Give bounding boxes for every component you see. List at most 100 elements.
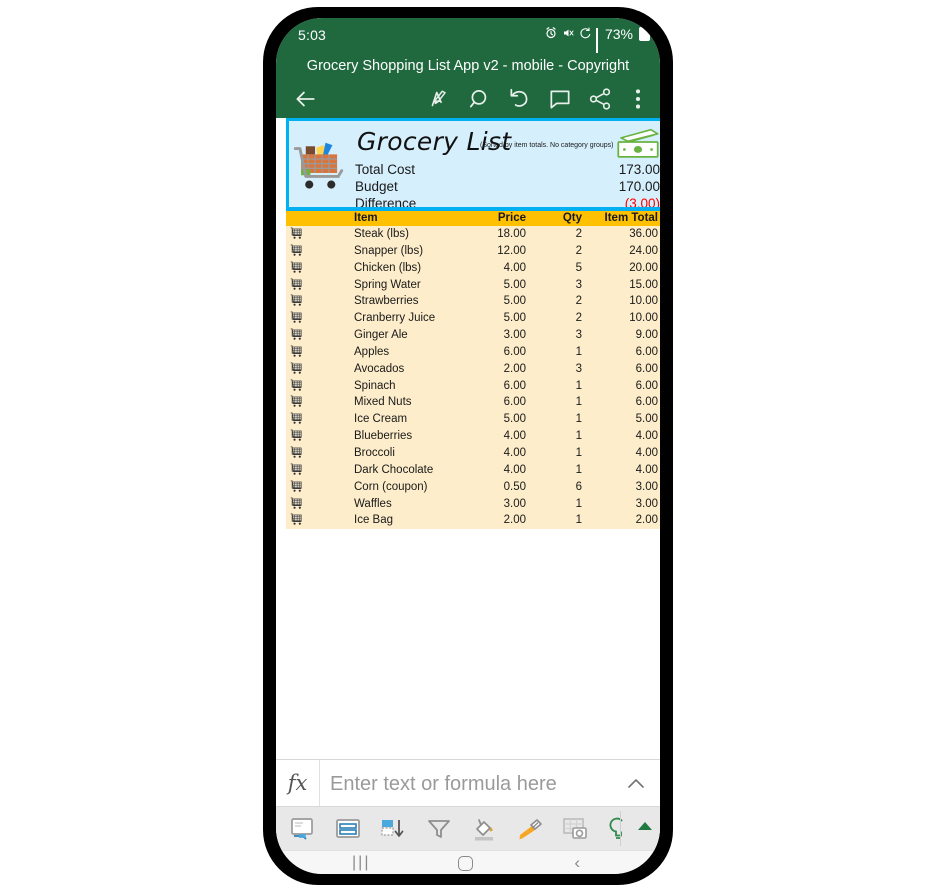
search-icon[interactable] <box>467 86 493 112</box>
cell-price: 4.00 <box>503 261 526 274</box>
table-row[interactable]: Spring Water 5.00 3 15.00 <box>286 277 660 294</box>
comment-icon[interactable] <box>547 86 573 112</box>
empty-grid-area[interactable] <box>276 529 660 759</box>
table-row[interactable]: Steak (lbs) 18.00 2 36.00 <box>286 226 660 243</box>
cell-item-total: 24.00 <box>629 244 658 257</box>
cell-item: Cranberry Juice <box>354 312 436 325</box>
table-row[interactable]: Ice Bag 2.00 1 2.00 <box>286 512 660 529</box>
cell-item: Steak (lbs) <box>354 228 409 240</box>
table-row[interactable]: Broccoli 4.00 1 4.00 <box>286 445 660 462</box>
fx-icon[interactable]: fx <box>276 760 320 806</box>
cell-price: 4.00 <box>503 446 526 459</box>
row-cart-icon <box>290 480 302 492</box>
cell-item-total: 6.00 <box>635 396 658 409</box>
fill-color-icon[interactable] <box>470 815 498 843</box>
row-cart-icon <box>290 227 302 239</box>
cell-item: Spinach <box>354 379 396 392</box>
battery-percent: 73% <box>604 26 633 42</box>
table-row[interactable]: Mixed Nuts 6.00 1 6.00 <box>286 394 660 411</box>
cell-price: 3.00 <box>503 329 526 342</box>
column-header-qty: Qty <box>562 212 582 224</box>
summary-label: Difference <box>355 196 417 211</box>
bulb-icon[interactable] <box>604 815 632 843</box>
summary-row-budget: Budget 170.00 <box>355 179 660 196</box>
cell-item-total: 15.00 <box>629 278 658 291</box>
cell-qty: 1 <box>575 345 582 358</box>
edit-pen-icon[interactable] <box>427 86 453 112</box>
cell-price: 12.00 <box>497 244 526 257</box>
alarm-icon <box>545 26 557 42</box>
row-cart-icon <box>290 261 302 273</box>
filter-icon[interactable] <box>425 815 453 843</box>
camera-grid-icon[interactable] <box>561 815 589 843</box>
cell-item-total: 20.00 <box>629 261 658 274</box>
table-row[interactable]: Corn (coupon) 0.50 6 3.00 <box>286 479 660 496</box>
cell-item-total: 4.00 <box>635 430 658 443</box>
table-row[interactable]: Blueberries 4.00 1 4.00 <box>286 428 660 445</box>
cell-item-total: 4.00 <box>635 463 658 476</box>
formula-input[interactable]: Enter text or formula here <box>330 769 598 799</box>
row-cart-icon <box>290 244 302 256</box>
cell-item: Mixed Nuts <box>354 396 412 409</box>
status-time: 5:03 <box>298 27 327 43</box>
cell-price: 5.00 <box>503 295 526 308</box>
home-icon[interactable] <box>458 856 473 871</box>
sheet-summary-card: Grocery List (Sorted by item totals. No … <box>286 118 660 211</box>
cell-qty: 3 <box>575 278 582 291</box>
cell-item-total: 9.00 <box>635 329 658 342</box>
cell-price: 2.00 <box>503 514 526 527</box>
status-bar: 5:03 73% <box>276 18 660 59</box>
chevron-up-icon[interactable] <box>624 772 648 796</box>
table-row[interactable]: Apples 6.00 1 6.00 <box>286 344 660 361</box>
mute-icon <box>562 27 574 42</box>
cell-qty: 1 <box>575 430 582 443</box>
formula-bar: fx Enter text or formula here <box>276 759 660 807</box>
cell-qty: 1 <box>575 446 582 459</box>
cell-qty: 2 <box>575 228 582 240</box>
summary-value: 170.00 <box>618 179 660 194</box>
row-cart-icon <box>290 395 302 408</box>
back-arrow-icon[interactable] <box>292 86 318 112</box>
table-row[interactable]: Chicken (lbs) 4.00 5 20.00 <box>286 260 660 277</box>
cell-item-total: 4.00 <box>635 446 658 459</box>
cell-price: 6.00 <box>503 345 526 358</box>
freeze-panes-icon[interactable] <box>289 815 317 843</box>
sort-icon[interactable] <box>379 815 407 843</box>
table-row[interactable]: Strawberries 5.00 2 10.00 <box>286 293 660 310</box>
cell-item: Strawberries <box>354 295 419 308</box>
cell-qty: 1 <box>575 379 582 392</box>
undo-icon[interactable] <box>507 86 533 112</box>
cell-price: 5.00 <box>503 413 526 426</box>
toolbar-divider <box>620 811 621 846</box>
column-header-item-total: Item Total <box>604 212 658 224</box>
row-cart-icon <box>290 513 302 526</box>
row-cart-icon <box>290 294 302 307</box>
caret-up-icon[interactable] <box>638 822 652 830</box>
cell-price: 6.00 <box>503 379 526 392</box>
summary-row-difference: Difference (3.00) <box>355 196 660 211</box>
row-cart-icon <box>290 345 302 357</box>
cell-price: 4.00 <box>503 463 526 476</box>
cell-item-total: 6.00 <box>635 362 658 375</box>
table-row[interactable]: Dark Chocolate 4.00 1 4.00 <box>286 462 660 479</box>
view-layout-icon[interactable] <box>334 815 362 843</box>
cell-item: Waffles <box>354 497 392 510</box>
table-row[interactable]: Snapper (lbs) 12.00 2 24.00 <box>286 243 660 260</box>
share-icon[interactable] <box>587 86 613 112</box>
recent-apps-button[interactable]: ||| <box>352 855 370 871</box>
table-row[interactable]: Cranberry Juice 5.00 2 10.00 <box>286 310 660 327</box>
table-row[interactable]: Avocados 2.00 3 6.00 <box>286 361 660 378</box>
phone-screen: 5:03 73% Grocery Shopping List App v2 - … <box>276 18 660 874</box>
format-painter-icon[interactable] <box>516 815 544 843</box>
cell-item-total: 3.00 <box>635 480 658 493</box>
overflow-menu-icon[interactable] <box>625 86 651 112</box>
cell-item: Ice Bag <box>354 514 393 527</box>
app-title: Grocery Shopping List App v2 - mobile - … <box>276 53 660 80</box>
table-row[interactable]: Ginger Ale 3.00 3 9.00 <box>286 327 660 344</box>
table-row[interactable]: Spinach 6.00 1 6.00 <box>286 378 660 395</box>
table-row[interactable]: Ice Cream 5.00 1 5.00 <box>286 411 660 428</box>
cell-item-total: 6.00 <box>635 379 658 392</box>
cell-price: 0.50 <box>503 480 526 493</box>
table-row[interactable]: Waffles 3.00 1 3.00 <box>286 496 660 513</box>
back-button[interactable]: ‹ <box>574 854 580 871</box>
